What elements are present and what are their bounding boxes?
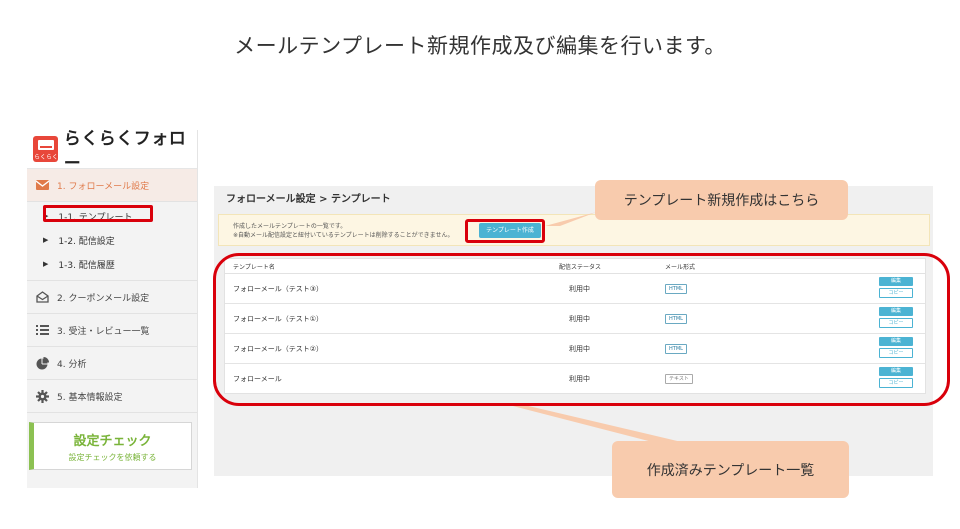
sidebar-item-label: 5. 基本情報設定 [57,392,123,403]
breadcrumb: フォローメール設定 > テンプレート [226,194,391,205]
caret-right-icon: ▶ [43,260,49,268]
open-envelope-icon [35,290,49,304]
callout-template-list: 作成済みテンプレート一覧 [612,441,849,498]
sidebar-item-analysis[interactable]: 4. 分析 [27,347,197,380]
pie-chart-icon [35,356,49,370]
settings-check-subtitle: 設定チェックを依頼する [68,453,157,462]
info-text-line2: ※自動メール配信設定と紐付いているテンプレートは削除することができません。 [233,232,454,239]
settings-check-title: 設定チェック [73,434,152,449]
sidebar-item-label: 1. フォローメール設定 [57,181,150,192]
logo[interactable]: らくらく らくらくフォロー [27,129,197,174]
slide-title: メールテンプレート新規作成及び編集を行います。 [234,34,726,58]
sidebar-item-orders[interactable]: 3. 受注・レビュー一覧 [27,314,197,347]
sidebar-subitem-label: 1-3. 配信履歴 [58,260,115,271]
sidebar-subitem-label: 1-2. 配信設定 [58,236,115,247]
sidebar-item-label: 2. クーポンメール設定 [57,293,150,304]
mail-logo-icon: らくらく [33,136,58,162]
sidebar-subitem-delivery[interactable]: ▶ 1-2. 配信設定 [27,228,197,252]
sidebar-item-label: 4. 分析 [57,359,87,370]
highlight-template-menu [43,205,153,222]
sidebar: らくらく らくらくフォロー 1. フォローメール設定 ▶ 1-1. テンプレート… [27,129,198,488]
caret-right-icon: ▶ [43,236,49,244]
sidebar-item-label: 3. 受注・レビュー一覧 [57,326,150,337]
callout-new-template: テンプレート新規作成はこちら [595,180,848,220]
gear-icon [35,389,49,403]
envelope-icon [35,178,49,192]
sidebar-subitem-history[interactable]: ▶ 1-3. 配信履歴 [27,252,197,276]
list-icon [35,323,49,337]
settings-check-button[interactable]: 設定チェック 設定チェックを依頼する [29,422,192,470]
highlight-template-table [213,253,950,406]
logo-text: らくらくフォロー [63,129,187,174]
sidebar-item-basic-info[interactable]: 5. 基本情報設定 [27,380,197,413]
highlight-create-button [465,219,545,243]
sidebar-item-coupon-mail[interactable]: 2. クーポンメール設定 [27,281,197,314]
info-text-line1: 作成したメールテンプレートの一覧です。 [233,223,347,230]
